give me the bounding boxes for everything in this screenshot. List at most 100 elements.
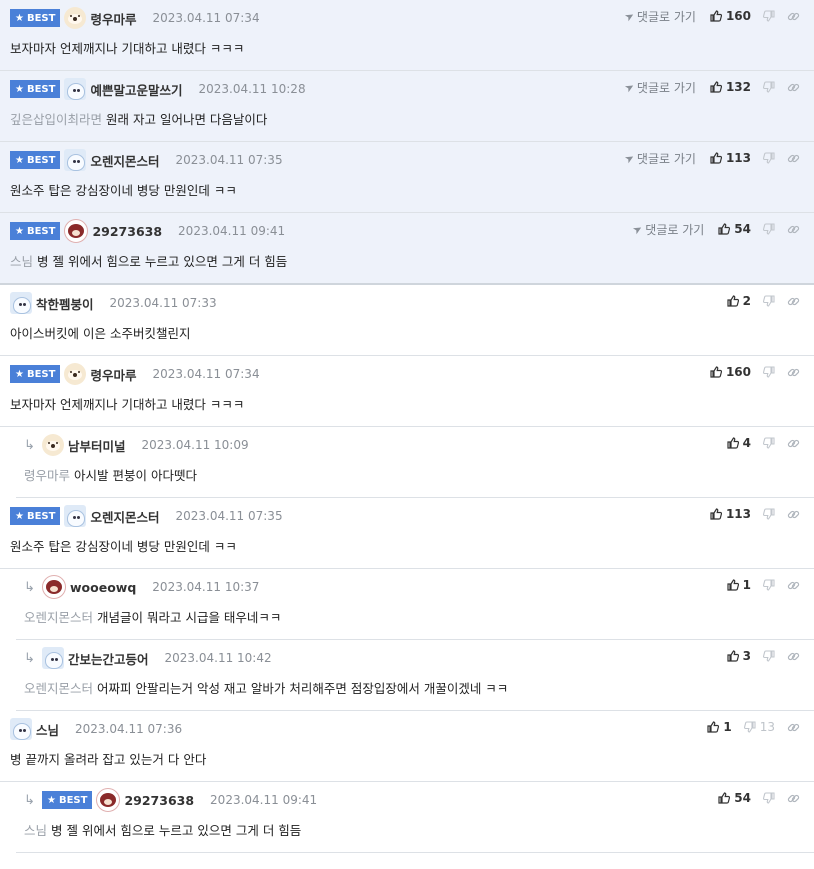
mention[interactable]: 오렌지몬스터 <box>24 681 93 696</box>
comment-list: ★ BEST 령우마루 2023.04.11 07:34 ➤ 댓글로 가기 160 보자마자 … <box>0 0 814 853</box>
thumbs-up-icon <box>718 223 731 235</box>
dislike-button[interactable] <box>763 366 775 378</box>
comment-header: ↳ 간보는간고등어 2023.04.11 10:42 3 <box>16 640 814 676</box>
author-nickname[interactable]: 남부터미널 <box>68 436 126 455</box>
cup-icon[interactable] <box>42 575 66 599</box>
author-nickname[interactable]: 오렌지몬스터 <box>90 507 159 526</box>
comment-date: 2023.04.11 10:42 <box>164 651 272 665</box>
reply-arrow-icon: ↳ <box>24 579 35 595</box>
comment-actions: 1 13 <box>707 711 800 743</box>
like-button[interactable]: 2 <box>727 294 751 308</box>
like-count: 113 <box>725 151 751 165</box>
seal-icon[interactable] <box>10 292 32 314</box>
dislike-button[interactable] <box>763 152 775 164</box>
goto-comment-link[interactable]: ➤ 댓글로 가기 <box>622 79 696 96</box>
seal-icon[interactable] <box>10 718 32 740</box>
comment-item: ★ BEST 오렌지몬스터 2023.04.11 07:35 113 원소주 탑은 강심장… <box>0 498 814 569</box>
author-nickname[interactable]: 예쁜말고운말쓰기 <box>90 80 182 99</box>
link-icon[interactable] <box>787 223 800 236</box>
thumbs-down-icon <box>763 223 775 235</box>
comment-body: 오렌지몬스터 개념글이 뭐라고 시급을 태우네ㅋㅋ <box>16 605 814 639</box>
author-nickname[interactable]: wooeowq <box>70 580 136 595</box>
thumbs-up-icon <box>727 437 739 449</box>
dislike-button[interactable] <box>763 437 775 449</box>
send-icon: ➤ <box>630 221 645 237</box>
dislike-button[interactable] <box>763 223 775 235</box>
goto-comment-link[interactable]: ➤ 댓글로 가기 <box>630 221 704 238</box>
goto-comment-link[interactable]: ➤ 댓글로 가기 <box>622 8 696 25</box>
comment-item: ★ BEST 오렌지몬스터 2023.04.11 07:35 ➤ 댓글로 가기 113 원소주… <box>0 142 814 213</box>
dislike-button[interactable] <box>763 508 775 520</box>
mention[interactable]: 령우마루 <box>24 468 70 483</box>
link-icon[interactable] <box>787 152 800 165</box>
mention[interactable]: 스님 <box>10 254 33 269</box>
dislike-button[interactable]: 13 <box>743 720 775 734</box>
like-button[interactable]: 160 <box>710 365 751 379</box>
author-nickname[interactable]: 29273638 <box>124 793 194 808</box>
thumbs-down-icon <box>743 721 756 733</box>
comment-date: 2023.04.11 07:34 <box>152 11 260 25</box>
comment-header: ↳ ★ BEST 29273638 2023.04.11 09:41 54 <box>16 782 814 818</box>
dog-icon[interactable] <box>64 363 87 385</box>
comment-header: 착한펨붕이 2023.04.11 07:33 2 <box>0 285 814 321</box>
link-icon[interactable] <box>787 792 800 805</box>
cup-icon[interactable] <box>64 219 89 243</box>
dislike-button[interactable] <box>763 81 775 93</box>
goto-comment-link[interactable]: ➤ 댓글로 가기 <box>622 150 696 167</box>
thumbs-up-icon <box>727 650 739 662</box>
link-icon[interactable] <box>787 721 800 734</box>
mention[interactable]: 스님 <box>24 823 47 838</box>
author-nickname[interactable]: 착한펨붕이 <box>36 294 94 313</box>
link-icon[interactable] <box>787 81 800 94</box>
seal-icon[interactable] <box>64 505 87 527</box>
comment-body: 스님 병 젤 위에서 힘으로 누르고 있으면 그게 더 힘듬 <box>16 818 814 852</box>
author-nickname[interactable]: 간보는간고등어 <box>68 649 149 668</box>
thumbs-down-icon <box>763 437 775 449</box>
like-button[interactable]: 3 <box>727 649 751 663</box>
link-icon[interactable] <box>787 579 800 592</box>
link-icon[interactable] <box>787 650 800 663</box>
dislike-button[interactable] <box>763 295 775 307</box>
link-icon[interactable] <box>787 295 800 308</box>
comment-date: 2023.04.11 07:33 <box>109 296 217 310</box>
like-count: 160 <box>725 9 751 23</box>
reply-comment: ↳ 남부터미널 2023.04.11 10:09 4 령우마루 아시발 편붕이 아다뗏다 <box>16 427 814 498</box>
like-button[interactable]: 4 <box>727 436 751 450</box>
like-button[interactable]: 113 <box>710 507 751 521</box>
like-button[interactable]: 54 <box>718 791 751 805</box>
dislike-button[interactable] <box>763 650 775 662</box>
author-nickname[interactable]: 29273638 <box>92 224 162 239</box>
like-button[interactable]: 1 <box>707 720 732 734</box>
seal-icon[interactable] <box>64 78 87 100</box>
comment-actions: 3 <box>727 640 800 672</box>
seal-icon[interactable] <box>42 647 64 669</box>
comment-body: 보자마자 언제깨지나 기대하고 내렸다 ㅋㅋㅋ <box>0 392 814 426</box>
like-button[interactable]: 113 <box>710 151 751 165</box>
author-nickname[interactable]: 령우마루 <box>90 9 136 28</box>
like-count: 132 <box>725 80 751 94</box>
dog-icon[interactable] <box>42 434 64 456</box>
like-button[interactable]: 54 <box>718 222 751 236</box>
comment-actions: 160 <box>710 356 800 388</box>
dislike-button[interactable] <box>763 579 775 591</box>
link-icon[interactable] <box>787 437 800 450</box>
cup-icon[interactable] <box>96 788 121 812</box>
dislike-button[interactable] <box>763 10 775 22</box>
comment-body: 보자마자 언제깨지나 기대하고 내렸다 ㅋㅋㅋ <box>0 36 814 70</box>
mention[interactable]: 깊은삽입이최라면 <box>10 112 102 127</box>
like-button[interactable]: 1 <box>727 578 751 592</box>
author-nickname[interactable]: 령우마루 <box>90 365 136 384</box>
dislike-button[interactable] <box>763 792 775 804</box>
like-button[interactable]: 160 <box>710 9 751 23</box>
author-nickname[interactable]: 오렌지몬스터 <box>90 151 159 170</box>
reply-comment: ↳ 간보는간고등어 2023.04.11 10:42 3 오렌지몬스터 어짜피 안팔리는거… <box>16 640 814 711</box>
mention[interactable]: 오렌지몬스터 <box>24 610 93 625</box>
link-icon[interactable] <box>787 366 800 379</box>
link-icon[interactable] <box>787 508 800 521</box>
dog-icon[interactable] <box>64 7 87 29</box>
comment-header: ★ BEST 오렌지몬스터 2023.04.11 07:35 113 <box>0 498 814 534</box>
seal-icon[interactable] <box>64 149 87 171</box>
author-nickname[interactable]: 스님 <box>36 720 59 739</box>
link-icon[interactable] <box>787 10 800 23</box>
like-button[interactable]: 132 <box>710 80 751 94</box>
